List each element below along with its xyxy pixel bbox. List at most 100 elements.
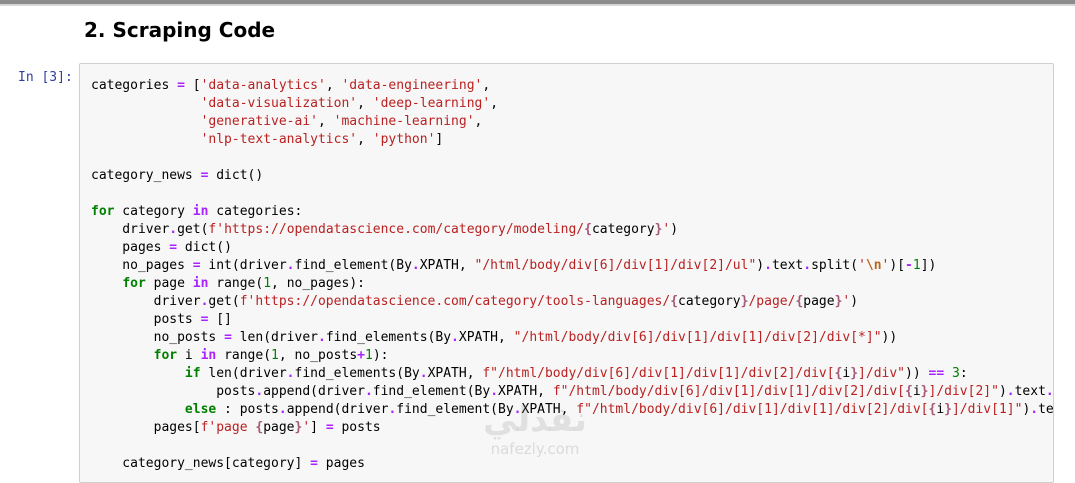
code-token: . xyxy=(287,258,295,273)
code-token: 'nlp-text-analytics' xyxy=(201,132,358,147)
code-line xyxy=(91,185,1054,203)
code-token: ]) xyxy=(921,258,937,273)
code-token: len(driver xyxy=(232,330,318,345)
code-token: /page/ xyxy=(748,294,795,309)
code-token xyxy=(91,366,185,381)
code-token: pages xyxy=(91,240,169,255)
code-token: XPATH, xyxy=(459,330,514,345)
code-token: )) xyxy=(905,366,928,381)
code-token: f'https://opendatascience.com/category/m… xyxy=(208,222,584,237)
code-line: for i in range(1, no_posts+1): xyxy=(91,347,1054,365)
code-token: category_news[category] xyxy=(91,456,310,471)
code-token xyxy=(91,348,154,363)
code-token: [] xyxy=(208,312,231,327)
code-token: ' xyxy=(302,420,310,435)
code-token: if xyxy=(185,366,201,381)
code-token: posts xyxy=(334,420,381,435)
code-token: { xyxy=(584,222,592,237)
code-token: 1 xyxy=(271,348,279,363)
code-token: 'generative-ai' xyxy=(201,114,318,129)
code-token: in xyxy=(193,204,209,219)
code-token: . xyxy=(365,384,373,399)
code-token: "/html/body/div[6]/div[1]/div[2]/ul" xyxy=(475,258,757,273)
code-token: , xyxy=(482,78,490,93)
code-token: 'python' xyxy=(373,132,436,147)
code-line: 'nlp-text-analytics', 'python'] xyxy=(91,131,1054,149)
code-token: categories xyxy=(91,78,177,93)
code-token: ]/div" xyxy=(858,366,905,381)
code-token: . xyxy=(514,402,522,417)
code-token: for xyxy=(91,204,114,219)
code-token: == xyxy=(929,366,945,381)
code-token: . xyxy=(287,366,295,381)
code-token: i xyxy=(913,384,921,399)
code-token: tex xyxy=(1038,402,1054,417)
code-token: len(driver xyxy=(201,366,287,381)
code-token: category xyxy=(592,222,655,237)
code-token: for xyxy=(154,348,177,363)
code-line: for page in range(1, no_pages): xyxy=(91,275,1054,293)
code-token: 1 xyxy=(913,258,921,273)
code-token: append(driver xyxy=(287,402,389,417)
code-token: text xyxy=(772,258,803,273)
code-token: 1 xyxy=(365,348,373,363)
code-token: find_element(By xyxy=(396,402,513,417)
code-token: text xyxy=(1015,384,1046,399)
code-line xyxy=(91,149,1054,167)
code-token: ]/div[2]" xyxy=(929,384,999,399)
code-token: : posts xyxy=(216,402,279,417)
code-line: category_news[category] = pages xyxy=(91,455,1054,473)
code-token: no_pages xyxy=(91,258,193,273)
code-token: category xyxy=(114,204,192,219)
code-token: ) xyxy=(850,294,858,309)
code-cell[interactable]: categories = ['data-analytics', 'data-en… xyxy=(79,63,1054,483)
code-token: = xyxy=(310,456,318,471)
code-token: { xyxy=(670,294,678,309)
code-token: ] xyxy=(435,132,443,147)
code-token: in xyxy=(193,276,209,291)
code-line: 'generative-ai', 'machine-learning', xyxy=(91,113,1054,131)
code-token: } xyxy=(850,366,858,381)
code-token: posts xyxy=(91,312,201,327)
code-token: find_elements(By xyxy=(295,366,420,381)
code-token: pages xyxy=(318,456,365,471)
code-token: range( xyxy=(208,276,263,291)
code-token: = xyxy=(177,78,185,93)
cell-prompt: In [3]: xyxy=(18,70,73,85)
code-token: } xyxy=(944,402,952,417)
code-token: driver xyxy=(91,222,169,237)
code-token: . xyxy=(1046,384,1054,399)
code-token: = xyxy=(326,420,334,435)
code-token: , no_pages): xyxy=(271,276,365,291)
code-token: find_element(By xyxy=(373,384,490,399)
code-token: { xyxy=(905,384,913,399)
code-token: . xyxy=(1030,402,1038,417)
code-token: for xyxy=(122,276,145,291)
code-token: ]/div[1]" xyxy=(952,402,1022,417)
code-token: split( xyxy=(811,258,858,273)
code-token: driver xyxy=(91,294,201,309)
code-token: } xyxy=(921,384,929,399)
code-token: f'https://opendatascience.com/category/t… xyxy=(240,294,670,309)
code-token: )[ xyxy=(889,258,905,273)
code-token: find_elements(By xyxy=(326,330,451,345)
code-line: driver.get(f'https://opendatascience.com… xyxy=(91,221,1054,239)
code-token: range( xyxy=(216,348,271,363)
code-line xyxy=(91,437,1054,455)
code-token: no_posts xyxy=(91,330,224,345)
code-token: , xyxy=(357,96,373,111)
code-line: posts = [] xyxy=(91,311,1054,329)
code-token: . xyxy=(412,258,420,273)
code-token: \n xyxy=(866,258,882,273)
code-editor[interactable]: categories = ['data-analytics', 'data-en… xyxy=(91,77,1054,473)
code-token: get( xyxy=(208,294,239,309)
code-line: posts.append(driver.find_element(By.XPAT… xyxy=(91,383,1054,401)
code-line: pages = dict() xyxy=(91,239,1054,257)
code-token: page xyxy=(803,294,834,309)
code-token: = xyxy=(169,240,177,255)
code-token: . xyxy=(764,258,772,273)
code-token: 1 xyxy=(263,276,271,291)
code-token: posts xyxy=(91,384,255,399)
code-token: f"/html/body/div[6]/div[1]/div[1]/div[2]… xyxy=(576,402,928,417)
code-line: no_posts = len(driver.find_elements(By.X… xyxy=(91,329,1054,347)
